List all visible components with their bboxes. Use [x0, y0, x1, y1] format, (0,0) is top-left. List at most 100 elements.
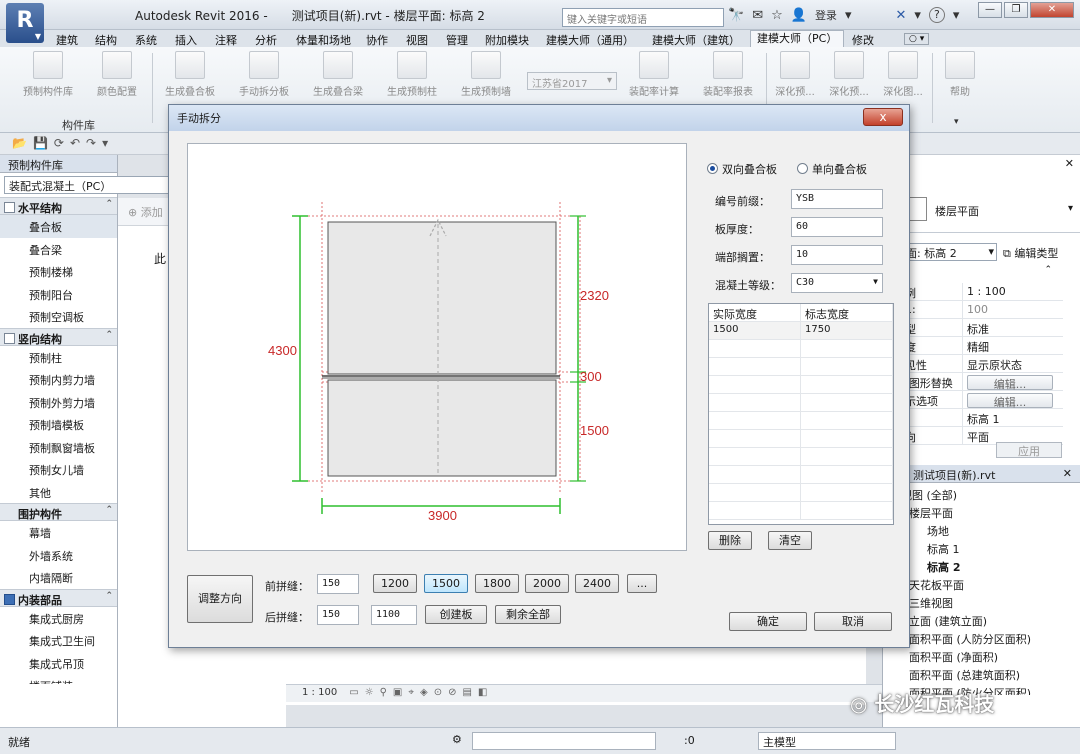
tree-item[interactable]: 面积平面 (净面积) — [887, 649, 1080, 667]
collapse-icon[interactable]: ⌃ — [105, 330, 113, 340]
chevron-down-icon[interactable]: ▾ — [845, 8, 852, 23]
ribbon-btn-deepen-2[interactable]: 深化预... — [826, 51, 872, 98]
list-item[interactable]: 预制内剪力墙 — [0, 368, 117, 391]
ribbon-btn-gen-wall[interactable]: 生成预制墙 — [454, 51, 518, 98]
tree-item[interactable]: 面积平面 (人防分区面积) — [887, 631, 1080, 649]
ribbon-btn-assembly-calc[interactable]: 装配率计算 — [622, 51, 686, 98]
chevron-down-icon[interactable]: ▾ — [1068, 203, 1073, 214]
size-2000-button[interactable]: 2000 — [525, 574, 569, 593]
chevron-down-icon[interactable]: ▾ — [954, 117, 959, 127]
remaining-all-button[interactable]: 剩余全部 — [495, 605, 561, 624]
ribbon-btn-component-library[interactable]: 预制构件库 — [16, 51, 80, 98]
ribbon-btn-help[interactable]: 帮助 — [940, 51, 980, 98]
size-1800-button[interactable]: 1800 — [475, 574, 519, 593]
app-menu-button[interactable]: R ▼ — [6, 3, 44, 43]
list-item[interactable]: 外墙系统 — [0, 544, 117, 567]
collapse-icon[interactable]: ⌃ — [105, 199, 113, 209]
minimize-button[interactable]: — — [978, 2, 1002, 18]
tree-item[interactable]: 三维视图 — [887, 595, 1080, 613]
list-item[interactable]: 集成式卫生间 — [0, 629, 117, 652]
clear-button[interactable]: 清空 — [768, 531, 812, 550]
list-item[interactable]: 其他 — [0, 481, 117, 504]
collapse-icon[interactable]: ⌃ — [105, 505, 113, 515]
delete-button[interactable]: 删除 — [708, 531, 752, 550]
list-item[interactable]: 预制阳台 — [0, 283, 117, 306]
ok-button[interactable]: 确定 — [729, 612, 807, 631]
open-icon[interactable]: 📂 — [12, 136, 33, 150]
tab-addins[interactable]: 附加模块 — [485, 32, 529, 48]
exchange-icon[interactable]: ✕ — [895, 8, 906, 23]
list-item[interactable]: 叠合板 — [0, 215, 117, 238]
ribbon-btn-gen-beam[interactable]: 生成叠合梁 — [306, 51, 370, 98]
list-item[interactable]: 预制飘窗墙板 — [0, 436, 117, 459]
list-item[interactable]: 预制楼梯 — [0, 260, 117, 283]
tree-item[interactable]: 楼层平面 — [887, 505, 1080, 523]
collapse-icon[interactable]: ⌃ — [1044, 265, 1052, 275]
back-joint-input[interactable]: 150 — [317, 605, 359, 625]
undo-icon[interactable]: ↶ — [70, 136, 86, 150]
list-item[interactable]: 预制外剪力墙 — [0, 391, 117, 414]
table-row[interactable]: 1500 1750 — [709, 322, 893, 340]
category-envelope[interactable]: 围护构件 ⌃ — [0, 503, 117, 521]
adjust-direction-button[interactable]: 调整方向 — [187, 575, 253, 623]
category-interior[interactable]: 内装部品 ⌃ — [0, 588, 117, 607]
prefix-input[interactable]: YSB — [791, 189, 883, 209]
restore-button[interactable]: ❐ — [1004, 2, 1028, 18]
tree-item[interactable]: 标高 1 — [887, 541, 1080, 559]
list-item[interactable]: 内墙隔断 — [0, 566, 117, 589]
slab-panel-top[interactable] — [327, 221, 557, 375]
add-button[interactable]: ⊕ 添加 — [128, 204, 163, 220]
list-item[interactable]: 预制女儿墙 — [0, 458, 117, 481]
tab-systems[interactable]: 系统 — [135, 32, 157, 48]
save-icon[interactable]: 💾 — [33, 136, 54, 150]
list-item[interactable]: 集成式吊顶 — [0, 652, 117, 675]
radio-one-way[interactable]: 单向叠合板 — [797, 161, 867, 177]
create-slab-button[interactable]: 创建板 — [425, 605, 487, 624]
dialog-close-button[interactable]: x — [863, 108, 903, 126]
tree-item[interactable]: 视图 (全部) — [887, 487, 1080, 505]
list-item[interactable]: 预制墙模板 — [0, 413, 117, 436]
close-icon[interactable]: ✕ — [1065, 157, 1074, 170]
more-sizes-button[interactable]: ... — [627, 574, 657, 593]
tab-master-pc[interactable]: 建模大师（PC） — [750, 30, 845, 47]
tab-massing[interactable]: 体量和场地 — [296, 32, 351, 48]
material-select[interactable]: 装配式混凝土（PC） — [4, 176, 174, 194]
tab-analyze[interactable]: 分析 — [255, 32, 277, 48]
close-icon[interactable]: ✕ — [1063, 467, 1072, 480]
binoculars-icon[interactable]: 🔭 — [728, 8, 744, 23]
list-item[interactable]: 叠合梁 — [0, 238, 117, 261]
close-button[interactable]: ✕ — [1030, 2, 1074, 18]
category-horizontal[interactable]: 水平结构 ⌃ — [0, 197, 117, 215]
workset-select[interactable] — [472, 732, 656, 750]
tab-structure[interactable]: 结构 — [95, 32, 117, 48]
tab-modify[interactable]: 修改 — [852, 32, 874, 48]
apply-button[interactable]: 应用 — [996, 442, 1062, 458]
list-item[interactable]: 楼面铺装 — [0, 674, 117, 684]
tree-item[interactable]: 面积平面 (总建筑面积) — [887, 667, 1080, 685]
front-joint-input[interactable]: 150 — [317, 574, 359, 594]
ribbon-btn-assembly-report[interactable]: 装配率报表 — [696, 51, 760, 98]
concrete-grade-select[interactable]: C30 ▼ — [791, 273, 883, 293]
tree-item[interactable]: 天花板平面 — [887, 577, 1080, 595]
edit-type-button[interactable]: ⧉ 编辑类型 — [1003, 245, 1058, 261]
help-icon[interactable]: ? — [928, 7, 945, 23]
ribbon-btn-gen-column[interactable]: 生成预制柱 — [380, 51, 444, 98]
size-1200-button[interactable]: 1200 — [373, 574, 417, 593]
view-control-icons[interactable]: ▭☼⚲▣⌖◈⊙⊘▤◧ — [349, 687, 493, 698]
tree-item[interactable]: 场地 — [887, 523, 1080, 541]
type-selector[interactable]: 楼层平面 ▾ — [903, 173, 1080, 233]
sync-icon[interactable]: ⟳ — [54, 136, 70, 150]
ribbon-btn-color-config[interactable]: 颜色配置 — [88, 51, 146, 98]
collapse-icon[interactable]: ⌃ — [105, 591, 113, 601]
search-input[interactable]: 键入关键字或短语 — [562, 8, 724, 27]
tab-architecture[interactable]: 建筑 — [56, 32, 78, 48]
end-support-input[interactable]: 10 — [791, 245, 883, 265]
instance-select[interactable]: 面: 标高 2 ▾ — [903, 243, 997, 261]
ribbon-btn-gen-slab[interactable]: 生成叠合板 — [158, 51, 222, 98]
redo-icon[interactable]: ↷ — [86, 136, 102, 150]
category-vertical[interactable]: 竖向结构 ⌃ — [0, 327, 117, 346]
list-item[interactable]: 预制空调板 — [0, 305, 117, 328]
star-icon[interactable]: ☆ — [771, 8, 783, 23]
tree-item[interactable]: 标高 2 — [887, 559, 1080, 577]
ribbon-toggle-button[interactable]: ○ ▾ — [904, 33, 930, 45]
